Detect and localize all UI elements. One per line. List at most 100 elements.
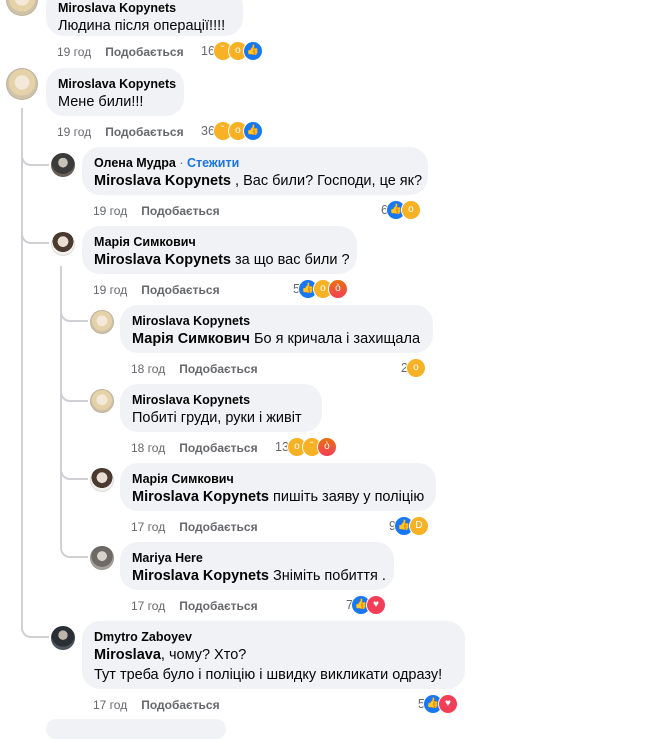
comment-author[interactable]: Mariya Here (132, 550, 382, 566)
reactions[interactable]: 36 ˘ o 👍 (201, 121, 263, 141)
comment-bubble: Miroslava Kopynets Побиті груди, руки і … (120, 384, 322, 432)
mention-link[interactable]: Miroslava Kopynets (132, 489, 269, 505)
comment-body: Зніміть побиття . (269, 568, 386, 584)
like-button[interactable]: Подобається (141, 204, 219, 218)
avatar[interactable] (90, 310, 114, 334)
comment-text: Марія Симкович Бо я кричала і захищала (132, 329, 421, 349)
comment-time[interactable]: 19 год (57, 124, 91, 140)
like-button[interactable]: Подобається (179, 441, 257, 455)
reactions[interactable]: 9 👍 D (389, 516, 429, 536)
comment-body: , чому? Хто? (160, 647, 247, 663)
comment-bubble: Mariya Here Miroslava Kopynets Зніміть п… (120, 542, 394, 590)
comment-bubble: Miroslava Kopynets Людина після операції… (46, 0, 243, 36)
mention-link[interactable]: Miroslava (94, 647, 161, 663)
thread-elbow (60, 306, 88, 322)
angry-icon: ò (316, 437, 337, 457)
reactions[interactable]: 16 ˘ o 👍 (201, 41, 263, 61)
haha-icon: D (408, 516, 429, 536)
comment-text-line2: Тут треба було і поліцію і швидку виклик… (94, 667, 443, 683)
comment-text: Побиті груди, руки і живіт (132, 410, 302, 426)
comment-bubble: Miroslava Kopynets Марія Симкович Бо я к… (120, 305, 433, 353)
comment-text: Miroslava, чому? Хто? (94, 645, 453, 665)
comment-author[interactable]: Dmytro Zaboyev (94, 629, 453, 645)
love-icon: ♥ (365, 595, 386, 615)
comment-bubble: Олена Мудра · Стежити Miroslava Kopynets… (82, 147, 428, 195)
author-name[interactable]: Олена Мудра (94, 156, 176, 170)
avatar[interactable] (51, 232, 75, 256)
like-button[interactable]: Подобається (141, 698, 219, 712)
wow-icon: o (405, 358, 426, 378)
comment-author[interactable]: Олена Мудра · Стежити (94, 155, 416, 171)
avatar[interactable] (90, 468, 114, 492)
reactions[interactable]: 6 👍 o (381, 200, 421, 220)
reactions[interactable]: 7 👍 ♥ (346, 595, 386, 615)
thread-elbow (60, 464, 88, 480)
thread-elbow (60, 386, 88, 402)
comment-body: за що вас били ? (231, 252, 350, 268)
comment-time[interactable]: 19 год (93, 282, 127, 298)
comment-time[interactable]: 17 год (93, 697, 127, 713)
reactions[interactable]: 13 o ˘ ò (275, 437, 337, 457)
comment-author[interactable]: Марія Симкович (94, 234, 345, 250)
comment-author[interactable]: Miroslava Kopynets (132, 313, 421, 329)
avatar[interactable] (6, 68, 38, 100)
comment-time[interactable]: 17 год (131, 519, 165, 535)
comment-text: Мене били!!! (58, 94, 144, 110)
comment-body: пишіть заяву у поліцію (269, 489, 425, 505)
comment-meta: 17 год Подобається (131, 519, 258, 535)
comment-meta: 19 год Подобається (57, 44, 184, 60)
mention-link[interactable]: Miroslava Kopynets (94, 173, 231, 189)
comment-meta: 19 год Подобається (93, 203, 220, 219)
mention-link[interactable]: Марія Симкович (132, 331, 250, 347)
like-button[interactable]: Подобається (141, 283, 219, 297)
comment-time[interactable]: 19 год (57, 44, 91, 60)
avatar[interactable] (90, 389, 114, 413)
comment-time[interactable]: 18 год (131, 361, 165, 377)
comment-text: Miroslava Kopynets , Вас били? Господи, … (94, 171, 422, 191)
comment-bubble: Марія Симкович Miroslava Kopynets за що … (82, 226, 357, 274)
like-button[interactable]: Подобається (179, 520, 257, 534)
mention-link[interactable]: Miroslava Kopynets (132, 568, 269, 584)
comment-meta: 17 год Подобається (131, 598, 258, 614)
like-icon: 👍 (242, 121, 263, 141)
thread-elbow (21, 228, 49, 244)
like-button[interactable]: Подобається (105, 125, 183, 139)
comment-bubble-next (46, 719, 226, 739)
comment-body: Бо я кричала і захищала (249, 331, 421, 347)
comment-time[interactable]: 18 год (131, 440, 165, 456)
comment-author[interactable]: Miroslava Kopynets (58, 76, 176, 92)
like-button[interactable]: Подобається (179, 599, 257, 613)
comment-body: , Вас били? Господи, це як? (231, 173, 423, 189)
comment-meta: 17 год Подобається (93, 697, 220, 713)
comment-author[interactable]: Miroslava Kopynets (58, 0, 231, 16)
avatar[interactable] (90, 546, 114, 570)
comment-text: Людина після операції!!!! (58, 18, 226, 34)
comment-meta: 18 год Подобається (131, 361, 258, 377)
comment-text: Miroslava Kopynets за що вас били ? (94, 250, 350, 270)
reactions[interactable]: 5 👍 o ò (293, 279, 348, 299)
like-button[interactable]: Подобається (105, 45, 183, 59)
like-button[interactable]: Подобається (179, 362, 257, 376)
reactions[interactable]: 5 👍 ♥ (418, 694, 458, 714)
mention-link[interactable]: Miroslava Kopynets (94, 252, 231, 268)
follow-link[interactable]: Стежити (187, 156, 239, 170)
avatar[interactable] (51, 626, 75, 650)
love-icon: ♥ (437, 694, 458, 714)
like-icon: 👍 (242, 41, 263, 61)
thread-elbow (60, 542, 88, 558)
comment-bubble: Dmytro Zaboyev Miroslava, чому? Хто? Тут… (82, 621, 465, 689)
wow-icon: o (400, 200, 421, 220)
thread-elbow (21, 622, 49, 638)
reactions[interactable]: 2 o (401, 358, 426, 378)
comment-author[interactable]: Марія Симкович (132, 471, 424, 487)
comment-bubble: Miroslava Kopynets Мене били!!! (46, 68, 184, 116)
avatar[interactable] (51, 153, 75, 177)
comment-time[interactable]: 17 год (131, 598, 165, 614)
comment-bubble: Марія Симкович Miroslava Kopynets пишіть… (120, 463, 436, 511)
comment-meta: 18 год Подобається (131, 440, 258, 456)
comment-author[interactable]: Miroslava Kopynets (132, 392, 310, 408)
comment-text: Miroslava Kopynets Зніміть побиття . (132, 566, 386, 586)
thread-line-main (21, 108, 23, 628)
avatar[interactable] (6, 0, 38, 16)
comment-time[interactable]: 19 год (93, 203, 127, 219)
